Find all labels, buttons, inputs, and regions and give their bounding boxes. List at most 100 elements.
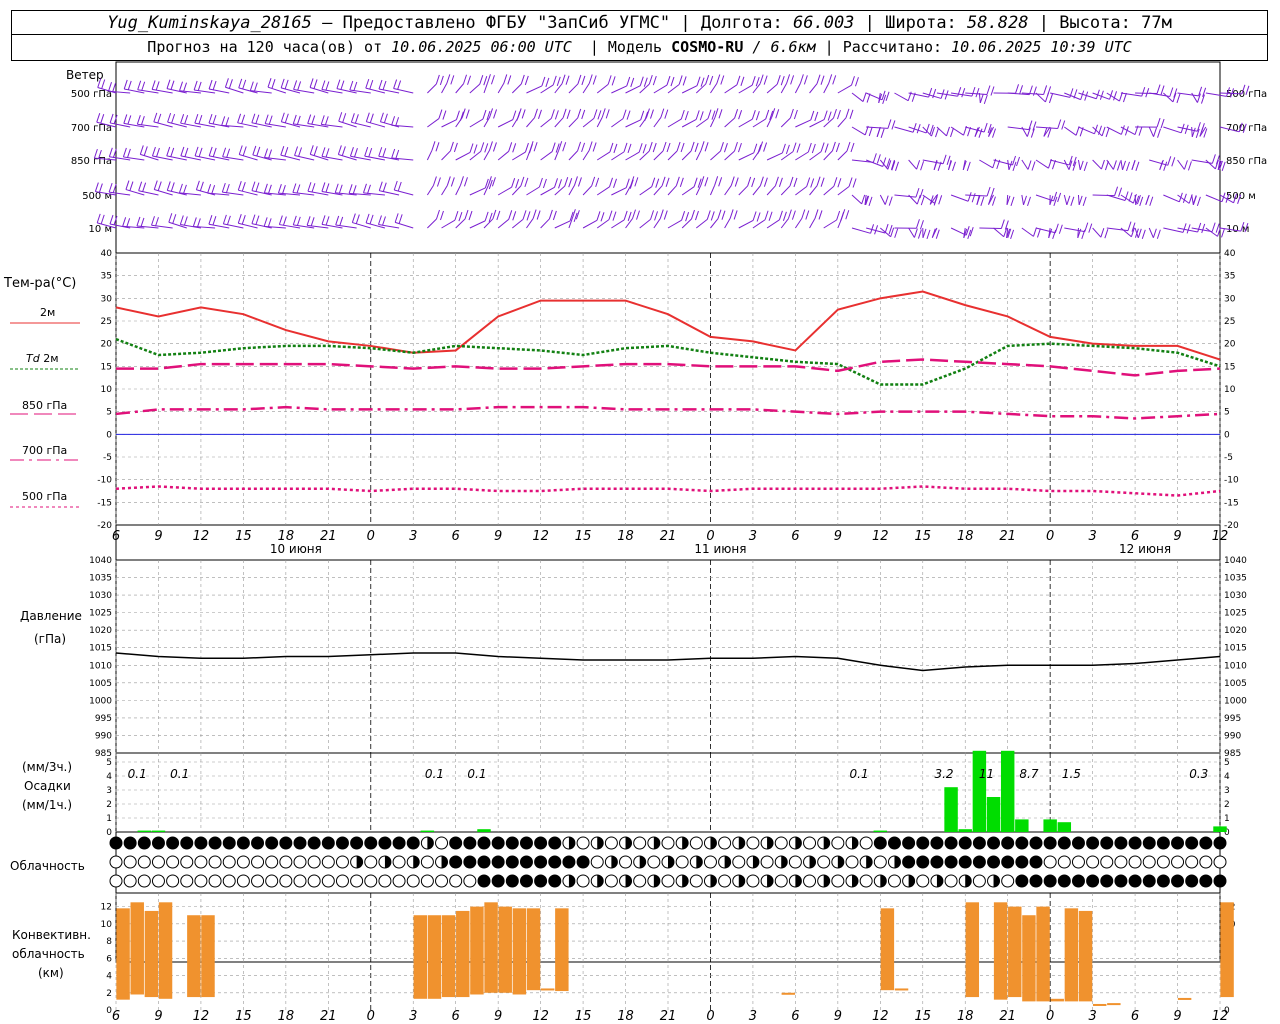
wind-barb-feather xyxy=(755,111,760,121)
conv-cloud-bar xyxy=(1107,1003,1121,1006)
wind-barb xyxy=(929,194,938,206)
wind-barb xyxy=(1134,227,1146,239)
wind-barb-feather xyxy=(733,210,738,220)
wind-barb-feather xyxy=(630,176,635,186)
conv-cloud-bar xyxy=(526,908,541,991)
cloud-cover-symbol xyxy=(194,836,208,850)
wind-barb xyxy=(294,146,315,161)
wind-barb-shaft xyxy=(710,83,718,94)
cloud-cover-symbol xyxy=(1199,874,1213,888)
cloud-circle xyxy=(109,855,123,869)
cloud-cover-symbol xyxy=(817,874,831,888)
cloud-cover-symbol xyxy=(1015,836,1029,850)
wind-barb-shaft xyxy=(1092,194,1115,197)
wind-barb xyxy=(540,209,557,229)
wind-barb-feather xyxy=(241,182,246,192)
hour-tick-label: 12 xyxy=(193,529,210,544)
cloud-half xyxy=(936,875,943,887)
cloud-circle xyxy=(1156,855,1170,869)
cloud-circle xyxy=(491,855,505,869)
wind-barb-feather xyxy=(184,115,189,125)
precip-tick-left: 3 xyxy=(106,786,112,796)
wind-barb-feather xyxy=(699,111,704,121)
wind-barb xyxy=(950,192,976,203)
wind-barb-shaft xyxy=(681,218,692,229)
wind-barb-feather xyxy=(947,160,952,170)
precip-bar xyxy=(1057,822,1072,832)
wind-barb-feather xyxy=(706,210,711,220)
wind-barb xyxy=(766,176,783,196)
cloud-cover-symbol xyxy=(1015,855,1029,869)
wind-barb-shaft xyxy=(441,150,451,161)
wind-barb xyxy=(540,142,560,161)
wind-barb-feather xyxy=(609,177,613,187)
cloud-circle xyxy=(944,874,958,888)
wind-barb-feather xyxy=(872,153,877,163)
wind-barb-feather xyxy=(979,93,984,104)
cloud-circle xyxy=(1156,874,1170,888)
cloud-cover-symbol xyxy=(392,855,406,869)
wind-barb-feather xyxy=(364,146,369,157)
wind-barb-feather xyxy=(837,178,842,188)
wind-barb-feather xyxy=(740,76,745,86)
wind-barb-shaft xyxy=(639,186,653,196)
wind-barb-feather xyxy=(351,213,356,223)
hour-tick-label-bottom: 18 xyxy=(957,1009,974,1024)
wind-barb-feather xyxy=(294,146,299,156)
cloud-cover-symbol xyxy=(1128,855,1142,869)
cloud-half xyxy=(710,837,717,849)
cloud-cover-symbol xyxy=(1086,836,1100,850)
pressure-tick-right: 1010 xyxy=(1224,661,1247,671)
cloud-circle xyxy=(873,855,887,869)
hour-tick-label: 0 xyxy=(367,529,375,544)
cloud-cover-symbol xyxy=(732,874,746,888)
cloud-cover-symbol xyxy=(1100,855,1114,869)
wind-barb-feather xyxy=(695,210,699,221)
cloud-cover-symbol xyxy=(703,836,717,850)
wind-barb-feather xyxy=(807,142,812,153)
wind-barb xyxy=(1120,159,1130,172)
wind-barb-feather xyxy=(1084,222,1089,232)
wind-barb-feather xyxy=(799,74,804,84)
wind-barb-feather xyxy=(759,74,764,84)
wind-barb-feather xyxy=(298,147,303,157)
cloud-circle xyxy=(350,874,364,888)
wind-barb-feather xyxy=(1221,228,1226,238)
wind-barb-feather xyxy=(151,216,155,226)
wind-barb-feather xyxy=(350,113,355,123)
cloud-circle xyxy=(873,836,887,850)
wind-barb-shaft xyxy=(1120,194,1134,204)
cloud-cover-symbol xyxy=(718,855,732,869)
cloud-circle xyxy=(902,855,916,869)
wind-barb-feather xyxy=(180,146,185,157)
wind-barb-shaft xyxy=(639,150,650,161)
wind-barb-feather xyxy=(1114,186,1119,196)
wind-barb xyxy=(208,79,230,94)
wind-barb-shaft xyxy=(611,187,627,196)
wind-barb-feather xyxy=(709,75,714,86)
wind-barb xyxy=(1177,86,1207,97)
pressure-tick-left: 1015 xyxy=(89,644,112,654)
wind-barb-shaft xyxy=(596,151,611,161)
conv-tick-left: 0 xyxy=(106,1006,112,1016)
wind-barb-shaft xyxy=(1092,159,1102,170)
cloud-cover-symbol xyxy=(491,855,505,869)
cloud-circle xyxy=(392,836,406,850)
wind-barb-feather xyxy=(296,115,301,126)
wind-barb-feather xyxy=(369,113,374,123)
cloud-circle xyxy=(718,874,732,888)
wind-barb-feather xyxy=(1048,93,1053,104)
cloud-cover-symbol xyxy=(491,836,505,850)
cloud-circle xyxy=(307,836,321,850)
pressure-tick-right: 1015 xyxy=(1224,644,1247,654)
cloud-half xyxy=(767,875,774,887)
wind-barb-shaft xyxy=(611,85,627,94)
wind-barb-feather xyxy=(496,210,501,221)
cloud-half xyxy=(427,837,434,849)
cloud-cover-symbol xyxy=(675,855,689,869)
wind-barb-feather xyxy=(251,113,256,123)
wind-barb-feather xyxy=(643,77,648,87)
wind-barb-shaft xyxy=(540,117,552,128)
wind-barb xyxy=(1135,117,1165,129)
cloud-cover-symbol xyxy=(534,874,548,888)
